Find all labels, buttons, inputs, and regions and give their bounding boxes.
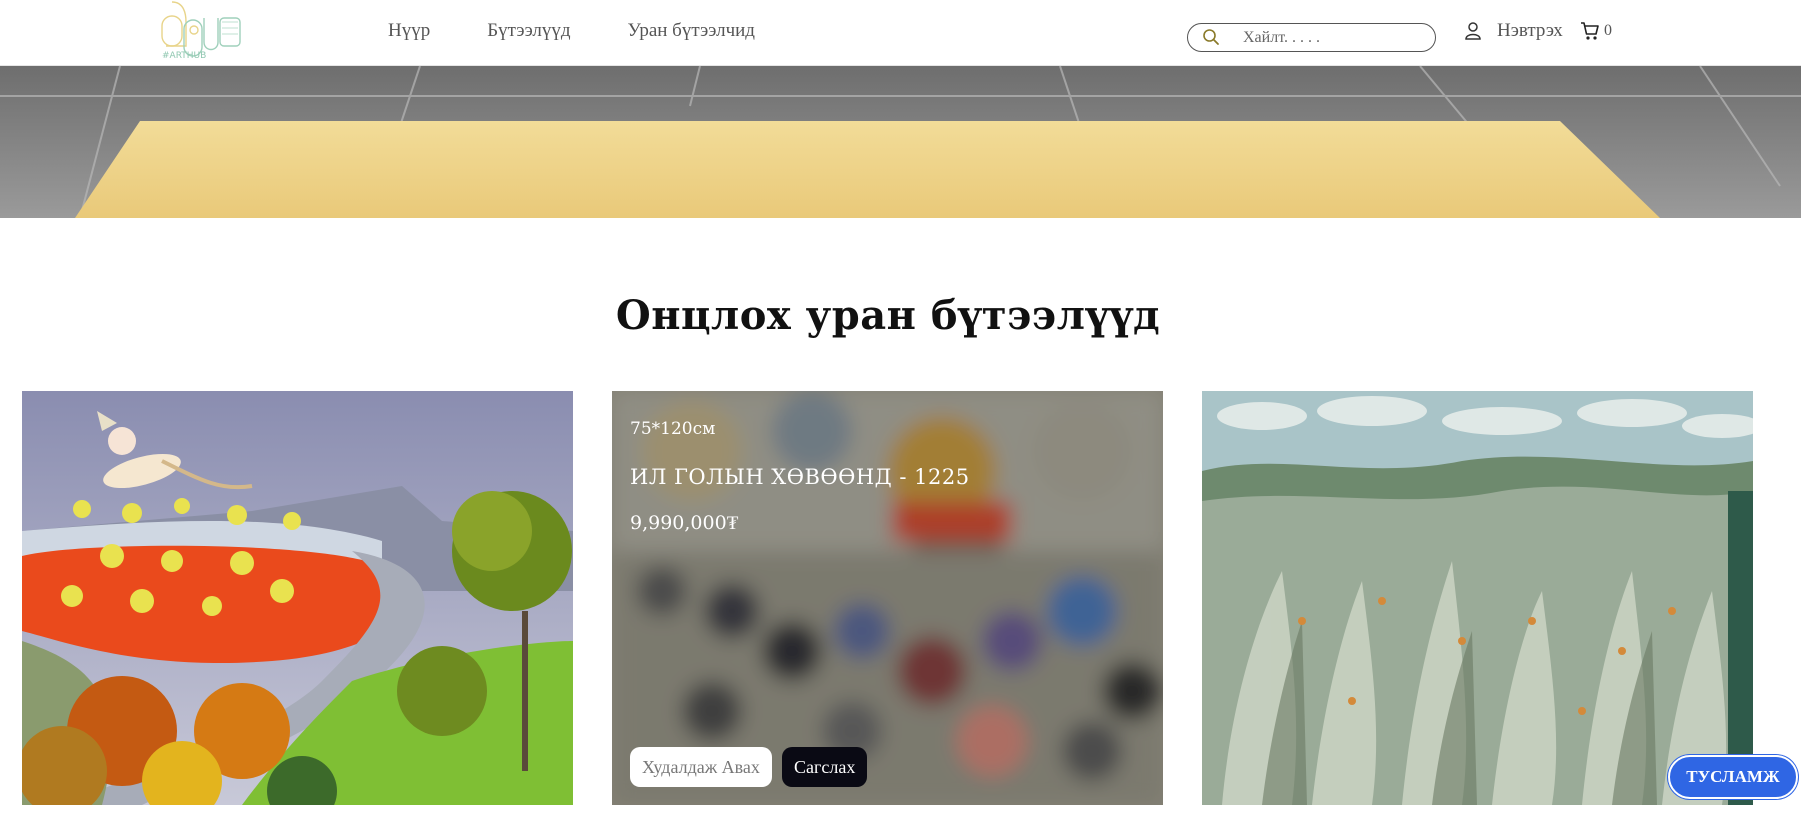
artwork-image [1202,391,1753,805]
card-hover-overlay [612,391,1163,805]
search-box [1187,23,1436,52]
help-button[interactable]: ТУСЛАМЖ [1668,755,1798,799]
user-icon [1465,22,1481,40]
artwork-card[interactable] [1202,391,1753,805]
section-title: Онцлох уран бүтээлүүд [615,292,1161,339]
artwork-price: 9,990,000₮ [630,512,739,534]
search-input[interactable] [1243,27,1423,49]
login-label: Нэвтрэх [1497,20,1563,41]
main-nav: Нүүр Бүтээлүүд Уран бүтээлчид [388,20,812,42]
cart-link[interactable]: 0 [1580,21,1612,41]
artwork-card[interactable] [22,391,573,805]
arthub-logo[interactable]: #ARTHUB [158,0,258,64]
login-link[interactable]: Нэвтрэх [1464,20,1563,42]
nav-item-artists[interactable]: Уран бүтээлчид [628,20,755,42]
logo-text: #ARTHUB [162,51,206,61]
search-icon[interactable] [1202,28,1220,46]
buy-button[interactable]: Худалдаж Авах [630,747,772,787]
artwork-image [22,391,573,805]
nav-item-artworks[interactable]: Бүтээлүүд [487,20,570,42]
artwork-card-featured[interactable]: 75*120см ИЛ ГОЛЫН ХӨВӨӨНД - 1225 9,990,0… [612,391,1163,805]
artwork-title[interactable]: ИЛ ГОЛЫН ХӨВӨӨНД - 1225 [630,465,970,489]
add-to-cart-button[interactable]: Сагслах [782,747,868,787]
hero-banner [0,66,1801,218]
cart-count: 0 [1604,22,1612,39]
site-header: #ARTHUB Нүүр Бүтээлүүд Уран бүтээлчид Нэ… [0,0,1801,66]
nav-item-home[interactable]: Нүүр [388,20,430,42]
cart-icon [1581,22,1599,40]
artwork-size: 75*120см [630,419,716,439]
